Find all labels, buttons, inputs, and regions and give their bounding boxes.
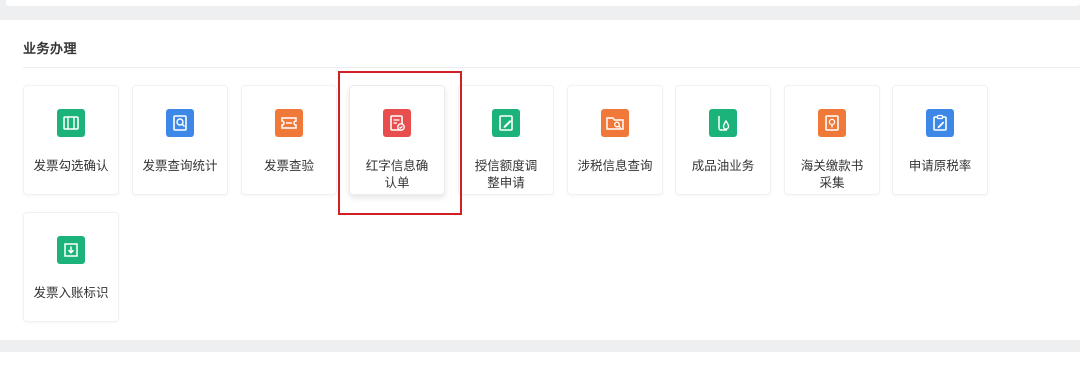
section-title: 业务办理 [23,42,78,57]
tile-label: 发票勾选确认 [33,158,109,173]
tile-label: 发票入账标识 [33,285,109,300]
tile-label: 成品油业务 [691,158,755,173]
tile-invoice-selection-confirm[interactable]: 发票勾选确认 [23,85,119,195]
oil-drop-icon [709,109,737,137]
tile-label: 授信额度调整申请 [474,158,538,190]
section-divider [23,67,1080,68]
bottom-background-strip [0,340,1080,352]
clipboard-edit-icon [926,109,954,137]
tile-label: 发票查验 [263,158,314,173]
document-edit-icon [492,109,520,137]
tile-label: 海关缴款书采集 [800,158,864,190]
document-search-icon [166,109,194,137]
customs-receipt-icon [818,109,846,137]
folder-search-icon [601,109,629,137]
ticket-icon [57,109,85,137]
highlight-annotation-box [338,71,462,215]
tile-invoice-query-stats[interactable]: 发票查询统计 [132,85,228,195]
tile-refined-oil-business[interactable]: 成品油业务 [675,85,771,195]
tile-label: 申请原税率 [908,158,972,173]
ticket-check-icon [275,109,303,137]
tile-label: 涉税信息查询 [577,158,653,173]
tile-apply-original-tax-rate[interactable]: 申请原税率 [892,85,988,195]
tile-label: 发票查询统计 [142,158,218,173]
download-box-icon [57,236,85,264]
tile-invoice-verification[interactable]: 发票查验 [241,85,337,195]
tile-invoice-entry-mark[interactable]: 发票入账标识 [23,212,119,322]
previous-panel-edge [6,0,1080,6]
tile-credit-limit-adjustment[interactable]: 授信额度调整申请 [458,85,554,195]
tile-customs-payment-collection[interactable]: 海关缴款书采集 [784,85,880,195]
tile-tax-info-query[interactable]: 涉税信息查询 [567,85,663,195]
